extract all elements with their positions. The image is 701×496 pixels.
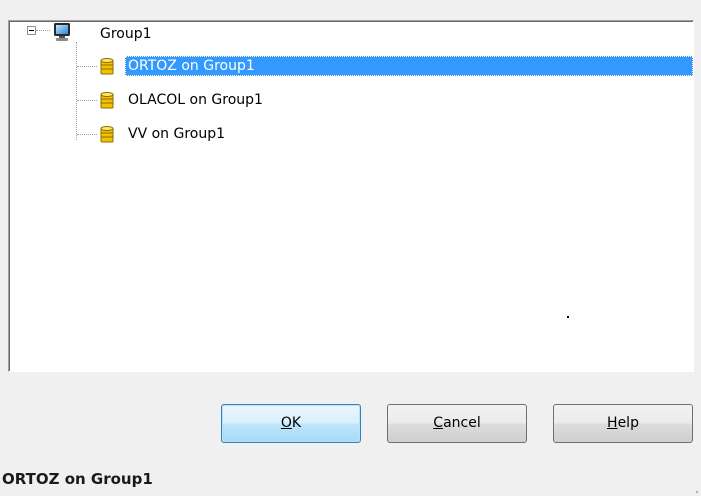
stray-pixel <box>567 316 569 318</box>
tree-node-vv[interactable]: VV on Group1 <box>125 124 228 144</box>
cancel-mnemonic: C <box>433 415 444 431</box>
tree-connector <box>36 30 50 31</box>
status-text: ORTOZ on Group1 <box>2 470 153 488</box>
ok-label-rest: K <box>291 415 302 431</box>
tree-node-olacol[interactable]: OLACOL on Group1 <box>125 90 266 110</box>
database-icon <box>100 126 114 143</box>
size-grip-icon[interactable] <box>696 491 698 493</box>
collapse-toggle-icon[interactable] <box>27 26 36 35</box>
ok-mnemonic: O <box>280 415 292 431</box>
ok-button[interactable]: OK <box>221 404 361 443</box>
tree-connector <box>77 100 97 101</box>
tree-connector <box>77 134 97 135</box>
help-mnemonic: H <box>607 415 618 431</box>
tree-node-ortoz[interactable]: ORTOZ on Group1 <box>125 56 693 76</box>
help-label-rest: elp <box>617 415 639 431</box>
cancel-button[interactable]: Cancel <box>387 404 527 443</box>
tree-connector <box>76 42 77 140</box>
status-bar: ORTOZ on Group1 <box>0 462 701 496</box>
button-row: OK Cancel Help <box>0 404 701 444</box>
tree-connector <box>77 66 97 67</box>
help-button[interactable]: Help <box>553 404 693 443</box>
database-icon <box>100 92 114 109</box>
computer-icon <box>54 23 70 41</box>
tree-content: Group1 ORTOZ on Group1 OLACOL on Group1 <box>9 21 693 371</box>
server-tree-view[interactable]: Group1 ORTOZ on Group1 OLACOL on Group1 <box>8 20 694 372</box>
tree-node-root[interactable]: Group1 <box>97 24 155 44</box>
database-icon <box>100 58 114 75</box>
server-selection-dialog: Group1 ORTOZ on Group1 OLACOL on Group1 <box>0 0 701 496</box>
cancel-label-rest: ancel <box>443 415 481 431</box>
